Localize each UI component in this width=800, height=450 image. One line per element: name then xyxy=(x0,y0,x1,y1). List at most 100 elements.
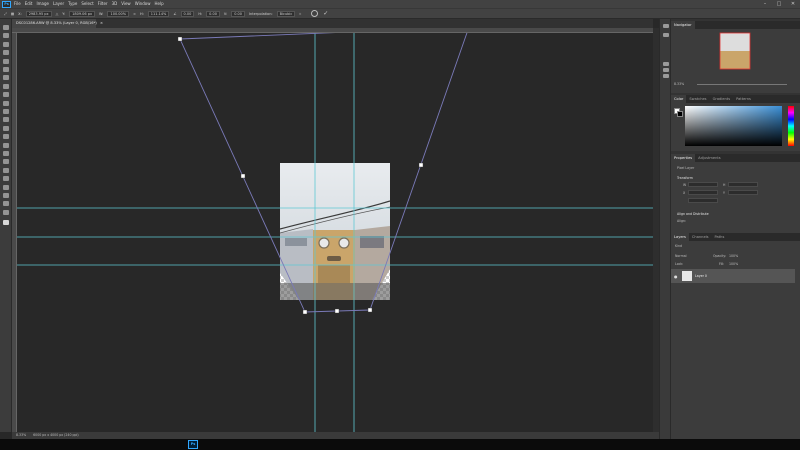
tab-adjustments[interactable]: Adjustments xyxy=(695,154,724,162)
h-skew-field[interactable]: 0.00 xyxy=(206,10,220,17)
cancel-icon[interactable] xyxy=(311,10,319,17)
prop-x-field[interactable] xyxy=(688,190,718,195)
reference-point-icon[interactable]: ▦ xyxy=(11,9,14,19)
warp-icon[interactable]: ⌗ xyxy=(299,9,301,19)
layer-row[interactable]: ● Layer 0 xyxy=(671,269,795,283)
height-field[interactable]: 111.14% xyxy=(147,10,170,17)
status-zoom[interactable]: 8.33% xyxy=(16,433,26,437)
delta-icon[interactable]: △ xyxy=(56,9,59,19)
navigator-zoom-slider[interactable] xyxy=(697,84,787,85)
artboard-tool-icon[interactable] xyxy=(3,33,9,39)
close-button[interactable]: ✕ xyxy=(786,0,800,8)
dodge-tool-icon[interactable] xyxy=(3,151,9,156)
app-logo[interactable]: Ps xyxy=(2,0,11,8)
fill-value[interactable]: 100% xyxy=(729,262,738,266)
handle-bottom-mid[interactable] xyxy=(334,308,340,314)
width-field[interactable]: 100.00% xyxy=(107,10,130,17)
crop-tool-icon[interactable] xyxy=(3,67,9,72)
menu-edit[interactable]: Edit xyxy=(25,0,33,8)
lasso-tool-icon[interactable] xyxy=(3,50,9,56)
type-tool-icon[interactable] xyxy=(3,167,9,173)
menu-help[interactable]: Help xyxy=(154,0,163,8)
photoshop-taskbar-icon[interactable]: Ps xyxy=(188,440,198,449)
hue-slider[interactable] xyxy=(788,106,794,146)
menu-image[interactable]: Image xyxy=(36,0,49,8)
menu-window[interactable]: Window xyxy=(135,0,151,8)
menu-3d[interactable]: 3D xyxy=(112,0,118,8)
angle-field[interactable]: 0.00 xyxy=(180,10,195,17)
menu-file[interactable]: File xyxy=(14,0,21,8)
brush-tool-icon[interactable] xyxy=(3,100,9,106)
background-swatch[interactable] xyxy=(677,111,683,117)
maximize-button[interactable]: □ xyxy=(772,0,786,8)
minimize-button[interactable]: – xyxy=(758,0,772,8)
move-tool-icon[interactable] xyxy=(3,25,9,30)
align-section-title[interactable]: Align and Distribute xyxy=(677,212,709,216)
tab-gradients[interactable]: Gradients xyxy=(710,95,734,103)
eraser-tool-icon[interactable] xyxy=(3,125,9,131)
frame-tool-icon[interactable] xyxy=(3,75,9,81)
menu-type[interactable]: Type xyxy=(68,0,77,8)
y-field[interactable]: 1809.06 px xyxy=(69,10,96,17)
handle-bottom-right[interactable] xyxy=(367,307,373,313)
tab-patterns[interactable]: Patterns xyxy=(733,95,754,103)
tab-properties[interactable]: Properties xyxy=(671,154,696,162)
prop-angle-field[interactable] xyxy=(688,198,718,203)
pen-tool-icon[interactable] xyxy=(3,159,9,165)
document-tab[interactable]: DSC01286.ARW @ 8.33% (Layer 0, RGB/16*) … xyxy=(12,19,103,28)
handle-left-mid[interactable] xyxy=(240,173,246,179)
opacity-value[interactable]: 100% xyxy=(729,254,738,258)
tab-close-icon[interactable]: × xyxy=(100,21,103,25)
history-brush-tool-icon[interactable] xyxy=(3,117,9,123)
transform-tool-icon[interactable]: ⤢ xyxy=(4,9,7,19)
transform-section-title[interactable]: Transform xyxy=(677,176,693,180)
learn-icon[interactable] xyxy=(663,33,669,37)
navigator-zoom[interactable]: 8.33% xyxy=(674,82,684,86)
menu-view[interactable]: View xyxy=(121,0,131,8)
adjustments-icon[interactable] xyxy=(663,68,669,72)
libraries-icon[interactable] xyxy=(663,74,669,78)
tab-paths[interactable]: Paths xyxy=(712,233,728,241)
canvas-area[interactable] xyxy=(17,26,653,432)
prop-y-field[interactable] xyxy=(728,190,758,195)
commit-icon[interactable]: ✓ xyxy=(323,9,328,19)
tab-layers[interactable]: Layers xyxy=(671,233,689,241)
hand-tool-icon[interactable] xyxy=(3,193,9,198)
interpolation-select[interactable]: Bicubic xyxy=(276,10,296,17)
color-field[interactable] xyxy=(685,106,782,146)
blend-mode-select[interactable]: Normal xyxy=(675,254,687,258)
link-icon[interactable]: ∞ xyxy=(133,9,136,19)
tab-color[interactable]: Color xyxy=(671,95,687,103)
clone-stamp-tool-icon[interactable] xyxy=(3,109,9,114)
layer-name[interactable]: Layer 0 xyxy=(695,274,707,278)
x-field[interactable]: 2983.95 px xyxy=(25,10,52,17)
menu-select[interactable]: Select xyxy=(81,0,93,8)
tab-navigator[interactable]: Navigator xyxy=(671,21,695,29)
history-icon[interactable] xyxy=(663,24,669,28)
edit-toolbar-icon[interactable] xyxy=(3,209,9,215)
prop-height-field[interactable] xyxy=(728,182,758,187)
path-selection-tool-icon[interactable] xyxy=(3,176,9,182)
eyedropper-tool-icon[interactable] xyxy=(3,83,9,89)
handle-right-mid[interactable] xyxy=(418,162,424,168)
handle-top-left[interactable] xyxy=(177,36,183,42)
healing-brush-tool-icon[interactable] xyxy=(3,92,9,98)
prop-width-field[interactable] xyxy=(688,182,718,187)
marquee-tool-icon[interactable] xyxy=(3,41,9,47)
tab-channels[interactable]: Channels xyxy=(689,233,712,241)
menu-layer[interactable]: Layer xyxy=(53,0,64,8)
layer-kind-filter[interactable]: Kind xyxy=(675,244,682,248)
gradient-tool-icon[interactable] xyxy=(3,134,9,140)
handle-bottom-left[interactable] xyxy=(302,309,308,315)
shape-tool-icon[interactable] xyxy=(3,184,9,190)
tab-swatches[interactable]: Swatches xyxy=(686,95,709,103)
blur-tool-icon[interactable] xyxy=(3,142,9,148)
v-skew-field[interactable]: 0.00 xyxy=(231,10,246,17)
status-doc-info[interactable]: 6000 px x 4000 px (240 ppi) xyxy=(33,433,79,437)
properties-icon[interactable] xyxy=(663,62,669,66)
menu-filter[interactable]: Filter xyxy=(98,0,108,8)
quick-select-tool-icon[interactable] xyxy=(3,58,9,64)
foreground-color-icon[interactable] xyxy=(3,220,9,225)
zoom-tool-icon[interactable] xyxy=(3,201,9,207)
eye-icon[interactable]: ● xyxy=(674,274,678,279)
